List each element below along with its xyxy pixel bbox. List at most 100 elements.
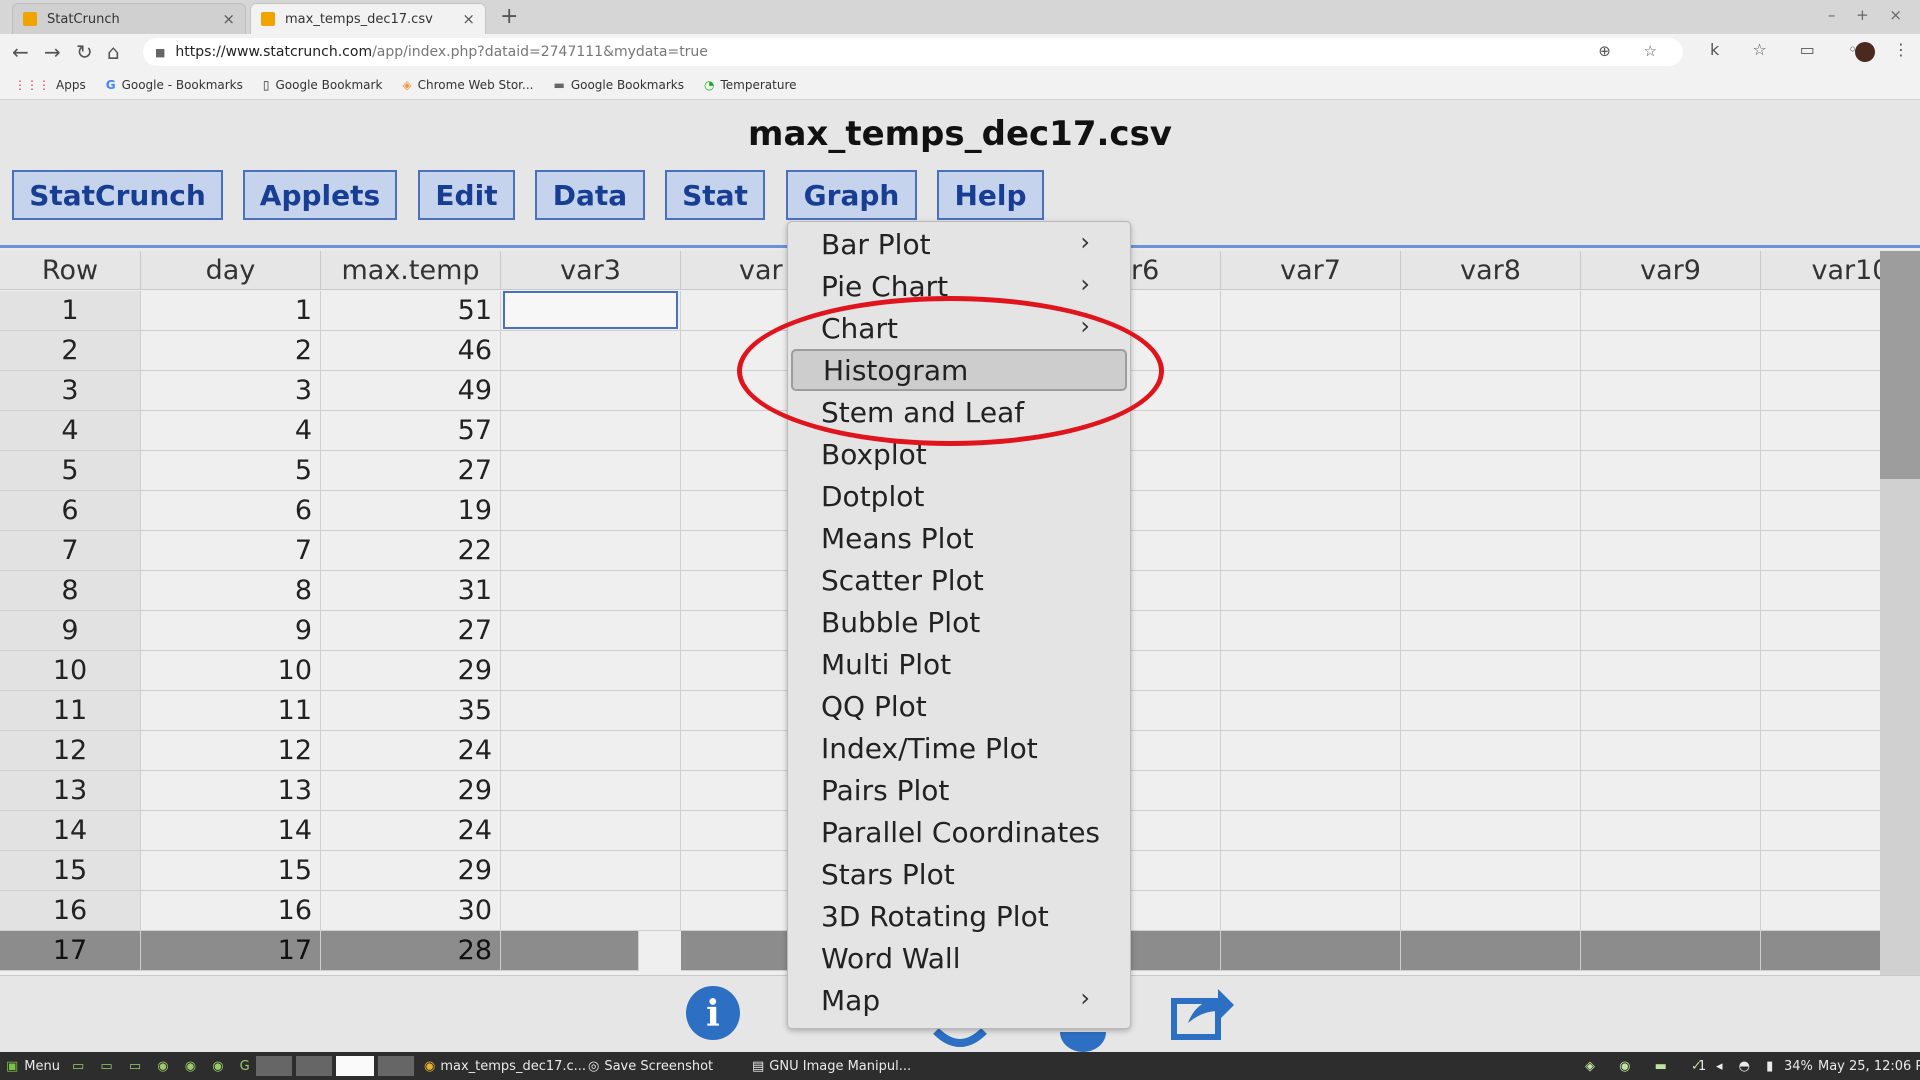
graph-menu-item-bar-plot[interactable]: Bar Plot › bbox=[788, 223, 1130, 265]
clock[interactable]: May 25, 12:06 PM bbox=[1818, 1052, 1920, 1080]
menu-stat-button[interactable]: Stat bbox=[665, 170, 765, 220]
empty-cell[interactable] bbox=[1581, 451, 1761, 491]
bookmark-temperature[interactable]: ◔ Temperature bbox=[704, 78, 797, 92]
empty-cell[interactable] bbox=[501, 491, 681, 531]
max-temp-cell[interactable]: 28 bbox=[321, 931, 501, 971]
graph-menu-item-pairs-plot[interactable]: Pairs Plot bbox=[788, 769, 1130, 811]
row-number-cell[interactable]: 7 bbox=[0, 531, 141, 571]
empty-cell[interactable] bbox=[1581, 371, 1761, 411]
empty-cell[interactable] bbox=[1581, 771, 1761, 811]
max-temp-cell[interactable]: 46 bbox=[321, 331, 501, 371]
taskbar-window-screenshot[interactable]: ◎ Save Screenshot bbox=[588, 1052, 713, 1080]
column-header-row[interactable]: Row bbox=[0, 251, 141, 290]
row-number-cell[interactable]: 11 bbox=[0, 691, 141, 731]
menu-help-button[interactable]: Help bbox=[937, 170, 1044, 220]
empty-cell[interactable] bbox=[501, 691, 681, 731]
menu-graph-button[interactable]: Graph bbox=[786, 170, 917, 220]
empty-cell[interactable] bbox=[1761, 371, 1880, 411]
column-header-var10[interactable]: var10 bbox=[1761, 251, 1880, 290]
column-header-var3[interactable]: var3 bbox=[501, 251, 681, 290]
day-cell[interactable]: 2 bbox=[141, 331, 321, 371]
start-menu-button[interactable]: ▣ Menu bbox=[6, 1052, 60, 1080]
graph-menu-item-histogram[interactable]: Histogram bbox=[791, 349, 1127, 391]
empty-cell[interactable] bbox=[1581, 611, 1761, 651]
graph-menu-item-map[interactable]: Map › bbox=[788, 979, 1130, 1021]
bookmark-google-bookmark[interactable]: ▯ Google Bookmark bbox=[263, 78, 383, 92]
row-number-cell[interactable]: 2 bbox=[0, 331, 141, 371]
empty-cell[interactable] bbox=[1581, 731, 1761, 771]
empty-cell[interactable] bbox=[1761, 291, 1880, 331]
empty-cell[interactable] bbox=[1761, 811, 1880, 851]
row-number-cell[interactable]: 12 bbox=[0, 731, 141, 771]
row-number-cell[interactable]: 6 bbox=[0, 491, 141, 531]
new-tab-button[interactable]: + bbox=[500, 4, 518, 29]
empty-cell[interactable] bbox=[1761, 891, 1880, 931]
row-number-cell[interactable]: 4 bbox=[0, 411, 141, 451]
row-number-cell[interactable]: 14 bbox=[0, 811, 141, 851]
row-number-cell[interactable]: 5 bbox=[0, 451, 141, 491]
empty-cell[interactable] bbox=[1761, 531, 1880, 571]
day-cell[interactable]: 11 bbox=[141, 691, 321, 731]
column-header-var7[interactable]: var7 bbox=[1221, 251, 1401, 290]
empty-cell[interactable] bbox=[501, 651, 681, 691]
workspace-4[interactable] bbox=[378, 1056, 414, 1076]
graph-menu-item-qq-plot[interactable]: QQ Plot bbox=[788, 685, 1130, 727]
max-temp-cell[interactable]: 24 bbox=[321, 811, 501, 851]
max-temp-cell[interactable]: 57 bbox=[321, 411, 501, 451]
day-cell[interactable]: 7 bbox=[141, 531, 321, 571]
max-temp-cell[interactable]: 29 bbox=[321, 771, 501, 811]
day-cell[interactable]: 14 bbox=[141, 811, 321, 851]
system-tray-icons[interactable]: ◈ ◉ ▬ ✓ bbox=[1585, 1052, 1712, 1080]
empty-cell[interactable] bbox=[501, 571, 681, 611]
row-number-cell[interactable]: 10 bbox=[0, 651, 141, 691]
max-temp-cell[interactable]: 30 bbox=[321, 891, 501, 931]
empty-cell[interactable] bbox=[1221, 451, 1401, 491]
graph-menu-item-3d-rotating-plot[interactable]: 3D Rotating Plot bbox=[788, 895, 1130, 937]
empty-cell[interactable] bbox=[1221, 371, 1401, 411]
empty-cell[interactable] bbox=[1581, 531, 1761, 571]
empty-cell[interactable] bbox=[1761, 331, 1880, 371]
menu-applets-button[interactable]: Applets bbox=[243, 170, 397, 220]
day-cell[interactable]: 10 bbox=[141, 651, 321, 691]
empty-cell[interactable] bbox=[1221, 291, 1401, 331]
graph-menu-item-stem-and-leaf[interactable]: Stem and Leaf bbox=[788, 391, 1130, 433]
day-cell[interactable]: 13 bbox=[141, 771, 321, 811]
menu-statcrunch-button[interactable]: StatCrunch bbox=[12, 170, 223, 220]
empty-cell[interactable] bbox=[1761, 651, 1880, 691]
workspace-3[interactable] bbox=[336, 1056, 374, 1076]
graph-menu-item-dotplot[interactable]: Dotplot bbox=[788, 475, 1130, 517]
bookmark-chrome-web-store[interactable]: ◈ Chrome Web Stor... bbox=[402, 78, 533, 92]
empty-cell[interactable] bbox=[1581, 491, 1761, 531]
bookmark-folder-google-bookmarks[interactable]: ▬ Google Bookmarks bbox=[553, 78, 684, 92]
graph-menu-item-word-wall[interactable]: Word Wall bbox=[788, 937, 1130, 979]
graph-menu-item-boxplot[interactable]: Boxplot bbox=[788, 433, 1130, 475]
empty-cell[interactable] bbox=[501, 611, 681, 651]
row-number-cell[interactable]: 17 bbox=[0, 931, 141, 971]
empty-cell[interactable] bbox=[501, 811, 681, 851]
graph-menu-item-bubble-plot[interactable]: Bubble Plot bbox=[788, 601, 1130, 643]
empty-cell[interactable] bbox=[1401, 451, 1581, 491]
graph-menu-item-means-plot[interactable]: Means Plot bbox=[788, 517, 1130, 559]
empty-cell[interactable] bbox=[1401, 531, 1581, 571]
empty-cell[interactable] bbox=[1761, 571, 1880, 611]
reload-icon[interactable]: ↻ bbox=[76, 40, 93, 64]
empty-cell[interactable] bbox=[1401, 371, 1581, 411]
window-controls[interactable]: – + × bbox=[1828, 6, 1910, 24]
empty-cell[interactable] bbox=[1581, 891, 1761, 931]
empty-cell[interactable] bbox=[1401, 491, 1581, 531]
empty-cell[interactable] bbox=[1761, 851, 1880, 891]
empty-cell[interactable] bbox=[1401, 931, 1581, 971]
max-temp-cell[interactable]: 22 bbox=[321, 531, 501, 571]
day-cell[interactable]: 12 bbox=[141, 731, 321, 771]
empty-cell[interactable] bbox=[1761, 731, 1880, 771]
max-temp-cell[interactable]: 27 bbox=[321, 611, 501, 651]
graph-menu-item-scatter-plot[interactable]: Scatter Plot bbox=[788, 559, 1130, 601]
empty-cell[interactable] bbox=[1221, 651, 1401, 691]
day-cell[interactable]: 1 bbox=[141, 291, 321, 331]
home-icon[interactable]: ⌂ bbox=[107, 40, 120, 64]
empty-cell[interactable] bbox=[1581, 651, 1761, 691]
day-cell[interactable]: 17 bbox=[141, 931, 321, 971]
day-cell[interactable]: 8 bbox=[141, 571, 321, 611]
column-header-var9[interactable]: var9 bbox=[1581, 251, 1761, 290]
max-temp-cell[interactable]: 27 bbox=[321, 451, 501, 491]
